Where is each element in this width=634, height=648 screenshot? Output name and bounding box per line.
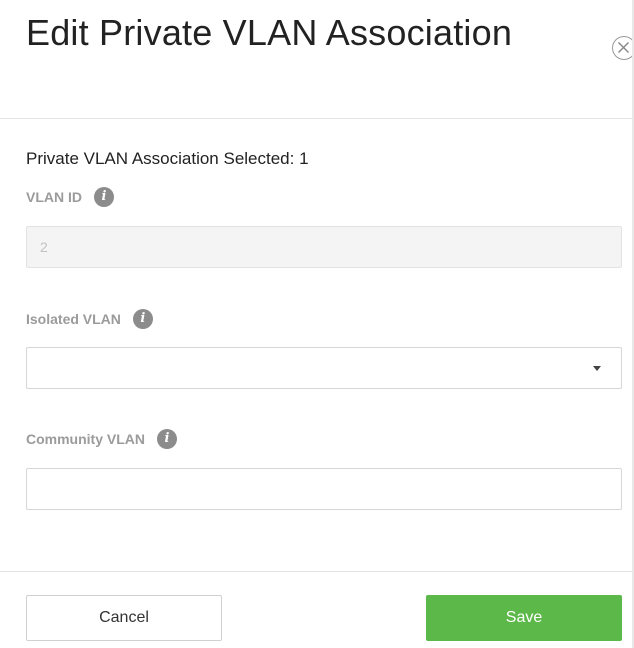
cancel-button[interactable]: Cancel [26,595,222,641]
vlan-id-info-icon[interactable]: i [94,187,114,207]
close-button[interactable] [612,36,634,60]
community-vlan-label-text: Community VLAN [26,431,145,447]
save-button[interactable]: Save [426,595,622,641]
community-vlan-info-icon[interactable]: i [157,429,177,449]
vlan-id-value: 2 [40,239,48,255]
dialog-header: Edit Private VLAN Association [0,0,634,119]
dialog-title: Edit Private VLAN Association [26,12,513,53]
vlan-id-label-text: VLAN ID [26,189,82,205]
isolated-vlan-label: Isolated VLAN i [26,309,153,329]
selected-count-text: Private VLAN Association Selected: 1 [26,149,309,168]
vlan-id-label: VLAN ID i [26,187,114,207]
close-icon [618,42,629,53]
community-vlan-label: Community VLAN i [26,429,177,449]
chevron-down-icon [593,366,601,371]
edit-private-vlan-dialog: Edit Private VLAN Association Private VL… [0,0,634,648]
isolated-vlan-label-text: Isolated VLAN [26,311,121,327]
vlan-id-field: 2 [26,226,622,268]
isolated-vlan-info-icon[interactable]: i [132,309,153,329]
isolated-vlan-dropdown[interactable] [26,347,622,389]
footer-divider [0,571,634,572]
community-vlan-input[interactable] [26,468,622,510]
